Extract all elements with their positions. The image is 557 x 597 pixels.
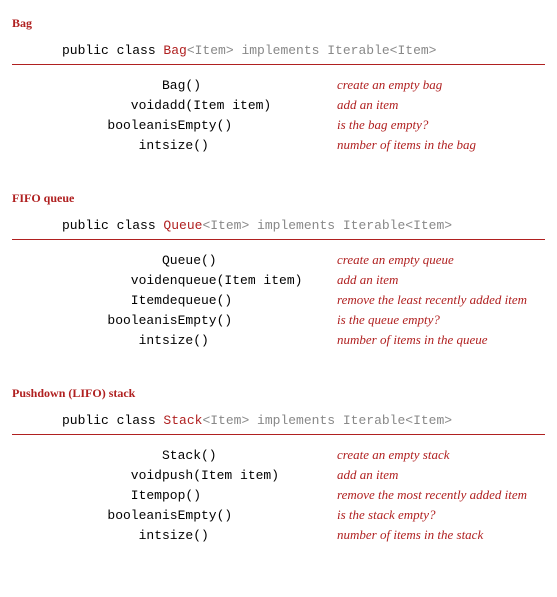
api-section-queue: FIFO queue public class Queue<Item> impl… (12, 191, 545, 350)
section-title: FIFO queue (12, 191, 545, 206)
method-description: create an empty bag (337, 75, 545, 95)
method-description: is the stack empty? (337, 505, 545, 525)
method-signature: Stack() (162, 445, 337, 465)
method-description: add an item (337, 95, 545, 115)
return-type: void (12, 95, 162, 115)
method-signature: Bag() (162, 75, 337, 95)
method-table: Stack()create an empty stack voidpush(It… (12, 445, 545, 545)
class-name: Stack (163, 413, 202, 428)
return-type: int (12, 330, 162, 350)
api-section-bag: Bag public class Bag<Item> implements It… (12, 16, 545, 155)
method-signature: pop() (162, 485, 337, 505)
method-row: Queue()create an empty queue (12, 250, 545, 270)
class-generic: <Item> (187, 43, 234, 58)
method-description: create an empty queue (337, 250, 545, 270)
method-signature: isEmpty() (162, 505, 337, 525)
return-type: boolean (12, 505, 162, 525)
return-type: int (12, 525, 162, 545)
class-implements: implements Iterable<Item> (249, 413, 452, 428)
method-table: Bag()create an empty bag voidadd(Item it… (12, 75, 545, 155)
class-declaration: public class Bag<Item> implements Iterab… (12, 43, 545, 65)
class-implements: implements Iterable<Item> (249, 218, 452, 233)
return-type: boolean (12, 115, 162, 135)
method-table: Queue()create an empty queue voidenqueue… (12, 250, 545, 350)
method-description: is the queue empty? (337, 310, 545, 330)
method-row: intsize()number of items in the queue (12, 330, 545, 350)
method-row: Bag()create an empty bag (12, 75, 545, 95)
class-generic: <Item> (202, 413, 249, 428)
method-signature: size() (162, 135, 337, 155)
method-signature: push(Item item) (162, 465, 337, 485)
method-row: Itemdequeue()remove the least recently a… (12, 290, 545, 310)
method-signature: size() (162, 525, 337, 545)
method-signature: isEmpty() (162, 115, 337, 135)
method-signature: enqueue(Item item) (162, 270, 337, 290)
method-row: booleanisEmpty()is the bag empty? (12, 115, 545, 135)
class-name: Bag (163, 43, 186, 58)
class-prefix: public class (62, 413, 163, 428)
return-type (12, 75, 162, 95)
return-type: Item (12, 290, 162, 310)
method-row: intsize()number of items in the stack (12, 525, 545, 545)
method-row: voidenqueue(Item item)add an item (12, 270, 545, 290)
class-name: Queue (163, 218, 202, 233)
method-description: create an empty stack (337, 445, 545, 465)
method-row: Stack()create an empty stack (12, 445, 545, 465)
method-description: is the bag empty? (337, 115, 545, 135)
return-type (12, 250, 162, 270)
method-description: remove the most recently added item (337, 485, 545, 505)
method-description: add an item (337, 465, 545, 485)
api-section-stack: Pushdown (LIFO) stack public class Stack… (12, 386, 545, 545)
method-signature: isEmpty() (162, 310, 337, 330)
method-row: booleanisEmpty()is the stack empty? (12, 505, 545, 525)
return-type: Item (12, 485, 162, 505)
class-prefix: public class (62, 43, 163, 58)
section-title: Pushdown (LIFO) stack (12, 386, 545, 401)
method-row: voidpush(Item item)add an item (12, 465, 545, 485)
method-row: intsize()number of items in the bag (12, 135, 545, 155)
method-signature: dequeue() (162, 290, 337, 310)
method-signature: size() (162, 330, 337, 350)
class-prefix: public class (62, 218, 163, 233)
return-type: void (12, 465, 162, 485)
method-description: remove the least recently added item (337, 290, 545, 310)
method-row: voidadd(Item item)add an item (12, 95, 545, 115)
return-type: boolean (12, 310, 162, 330)
section-title: Bag (12, 16, 545, 31)
return-type: int (12, 135, 162, 155)
method-signature: add(Item item) (162, 95, 337, 115)
class-declaration: public class Queue<Item> implements Iter… (12, 218, 545, 240)
method-description: add an item (337, 270, 545, 290)
method-row: booleanisEmpty()is the queue empty? (12, 310, 545, 330)
method-description: number of items in the bag (337, 135, 545, 155)
class-implements: implements Iterable<Item> (234, 43, 437, 58)
return-type: void (12, 270, 162, 290)
method-description: number of items in the queue (337, 330, 545, 350)
method-signature: Queue() (162, 250, 337, 270)
return-type (12, 445, 162, 465)
class-generic: <Item> (202, 218, 249, 233)
method-row: Itempop()remove the most recently added … (12, 485, 545, 505)
class-declaration: public class Stack<Item> implements Iter… (12, 413, 545, 435)
method-description: number of items in the stack (337, 525, 545, 545)
